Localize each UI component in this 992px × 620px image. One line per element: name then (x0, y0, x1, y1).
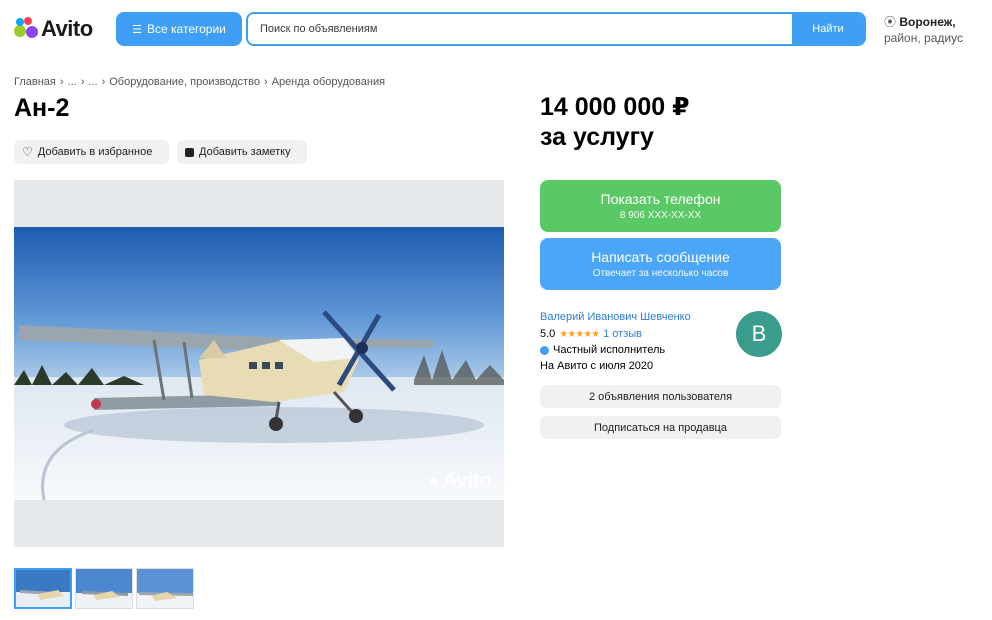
price: 14 000 000 ₽ (540, 93, 690, 121)
location-detail: район, радиус (884, 31, 963, 45)
search-input[interactable] (248, 14, 792, 44)
breadcrumb-separator: › (59, 76, 64, 88)
seller-ads-button[interactable]: 2 объявления пользователя (540, 385, 781, 408)
avito-watermark: ● Avito (428, 470, 492, 493)
thumbnail-image (137, 569, 193, 608)
location-pin-icon: ⦿ (884, 15, 897, 29)
price-block: 14 000 000 ₽ за услугу (540, 92, 689, 152)
thumbnail-3[interactable] (136, 568, 194, 609)
breadcrumb-item[interactable]: ... (68, 76, 77, 88)
thumbnail-image (76, 569, 132, 608)
price-unit: за услугу (540, 123, 654, 151)
phone-masked: 8 906 XXX-XX-XX (619, 210, 702, 221)
categories-icon: ☰ (132, 23, 143, 36)
thumbnail-image (16, 570, 70, 607)
main-photo[interactable]: ● Avito (14, 180, 504, 547)
add-to-favorites-button[interactable]: ♡ Добавить в избранное (14, 140, 169, 164)
location-selector[interactable]: ⦿ Воронеж, район, радиус (884, 14, 992, 46)
show-phone-label: Показать телефон (600, 191, 721, 207)
breadcrumb-item[interactable]: Главная (14, 76, 56, 88)
search-button[interactable]: Найти (792, 14, 864, 44)
logo-text: Avito (41, 16, 93, 41)
thumbnail-strip (14, 568, 194, 609)
star-icon: ★★★★★ (559, 328, 600, 340)
heart-icon: ♡ (22, 145, 33, 159)
breadcrumb-separator: › (263, 76, 268, 88)
page-title: Ан-2 (14, 94, 70, 122)
breadcrumb-item[interactable]: Оборудование, производство (109, 76, 260, 88)
add-note-button[interactable]: Добавить заметку (177, 140, 307, 164)
response-time: Отвечает за несколько часов (592, 268, 729, 279)
all-categories-button[interactable]: ☰ Все категории (116, 12, 242, 46)
avito-logo-dots-icon (14, 17, 38, 41)
note-icon (185, 147, 194, 157)
seller-since: На Авито с июля 2020 (540, 360, 654, 372)
verified-icon (540, 345, 549, 355)
avatar[interactable]: В (736, 311, 782, 357)
breadcrumb-separator: › (101, 76, 106, 88)
search-bar: Найти (246, 12, 866, 46)
rating-value: 5.0 (540, 328, 556, 340)
avito-logo[interactable]: Avito (14, 16, 93, 42)
watermark-text: Avito (442, 470, 492, 492)
send-message-label: Написать сообщение (591, 249, 730, 265)
breadcrumb-separator: › (80, 76, 85, 88)
seller-type-label: Частный исполнитель (553, 344, 666, 356)
send-message-button[interactable]: Написать сообщение Отвечает за несколько… (540, 238, 781, 290)
thumbnail-1[interactable] (14, 568, 72, 609)
subscribe-button[interactable]: Подписаться на продавца (540, 416, 781, 439)
watermark-dots-icon: ● (427, 470, 440, 492)
breadcrumb-item[interactable]: Аренда оборудования (272, 76, 385, 88)
all-categories-label: Все категории (147, 22, 226, 36)
breadcrumb-item[interactable]: ... (88, 76, 97, 88)
show-phone-button[interactable]: Показать телефон 8 906 XXX-XX-XX (540, 180, 781, 232)
location-city: Воронеж, (899, 15, 956, 29)
reviews-link[interactable]: 1 отзыв (603, 328, 642, 340)
breadcrumb: Главная › ... › ... › Оборудование, прои… (14, 76, 385, 88)
favorites-label: Добавить в избранное (37, 146, 153, 158)
thumbnail-2[interactable] (75, 568, 133, 609)
note-label: Добавить заметку (199, 146, 291, 158)
